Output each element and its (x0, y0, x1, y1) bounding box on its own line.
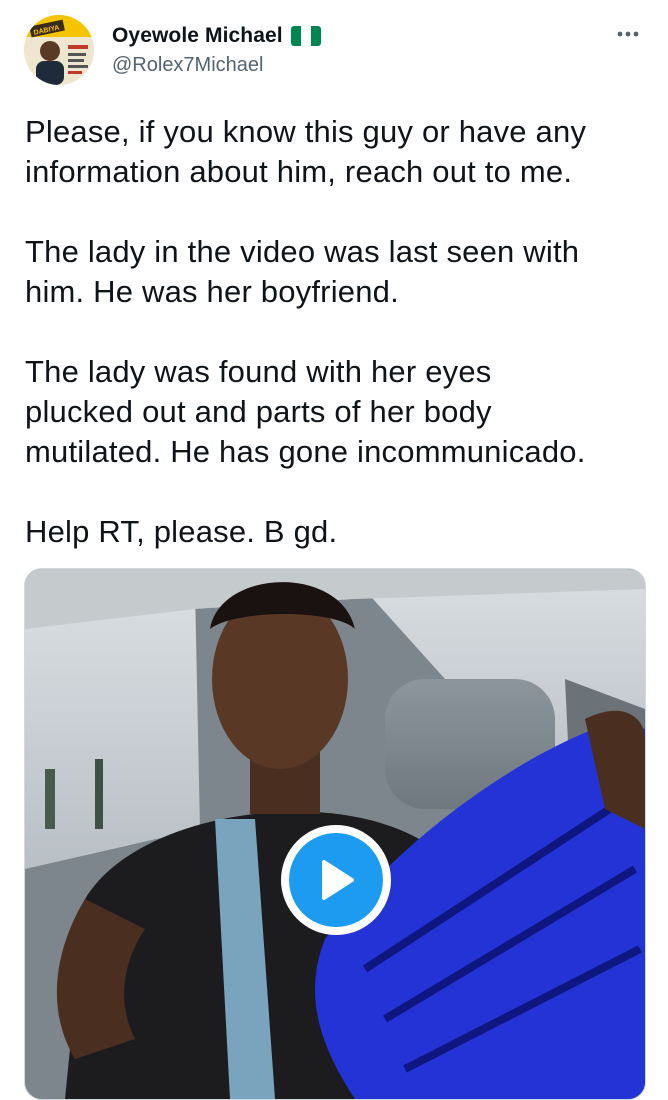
author-display-name[interactable]: Oyewole Michael (112, 24, 283, 48)
flag-stripe-middle (300, 26, 311, 46)
play-icon (289, 833, 383, 927)
tweet-paragraph: Help RT, please. B gd. (25, 514, 338, 549)
tweet-text: Please, if you know this guy or have any… (25, 112, 645, 552)
flag-stripe-right (310, 26, 321, 46)
play-button[interactable] (281, 825, 391, 935)
tweet-header: DABIYA Oyewole Michael @Rolex7Michael (0, 0, 668, 100)
flag-stripe-left (290, 26, 301, 46)
tweet-paragraph: Please, if you know this guy or have any… (25, 114, 587, 189)
more-horizontal-icon[interactable] (614, 22, 642, 46)
avatar-image: DABIYA (24, 15, 94, 85)
author-name-row: Oyewole Michael (112, 22, 321, 50)
avatar[interactable]: DABIYA (24, 15, 94, 85)
tweet-paragraph: The lady was found with her eyes plucked… (25, 354, 586, 469)
nigeria-flag-icon (290, 26, 321, 46)
tweet-paragraph: The lady in the video was last seen with… (25, 234, 580, 309)
author-handle[interactable]: @Rolex7Michael (112, 54, 263, 77)
video-player[interactable] (24, 568, 646, 1100)
